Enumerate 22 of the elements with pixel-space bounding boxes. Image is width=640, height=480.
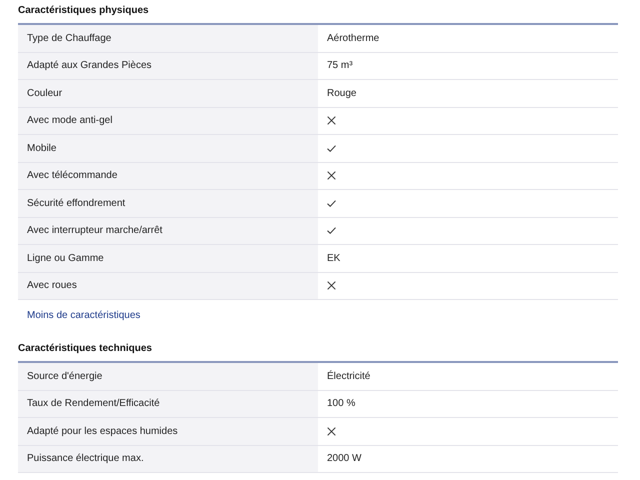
spec-label: Adapté aux Grandes Pièces (18, 52, 318, 79)
spec-label: Puissance électrique max. (18, 446, 318, 472)
spec-label: Ligne ou Gamme (18, 245, 318, 272)
spec-label: Mobile (18, 135, 318, 162)
spec-value: 75 m³ (327, 59, 353, 74)
spec-value: 2000 W (327, 452, 362, 466)
spec-label: Source d'énergie (18, 363, 318, 390)
spec-value: Électricité (327, 369, 370, 384)
spec-label: Taux de Rendement/Efficacité (18, 390, 318, 417)
spec-label: Avec interrupteur marche/arrêt (18, 218, 318, 244)
spec-label: Sécurité effondrement (18, 190, 318, 216)
spec-label: Avec roues (18, 272, 318, 299)
less-specs-link[interactable]: Moins de caractéristiques (27, 308, 140, 323)
spec-label: Type de Chauffage (18, 25, 318, 52)
spec-label: Adapté pour les espaces humides (18, 418, 318, 444)
spec-value: EK (327, 252, 340, 266)
spec-value: 100 % (327, 397, 356, 412)
spec-value: Aérotherme (327, 32, 380, 46)
spec-value: Rouge (327, 86, 356, 101)
spec-label: Couleur (18, 80, 318, 106)
spec-label: Avec mode anti-gel (18, 108, 318, 134)
spec-label: Avec télécommande (18, 162, 318, 189)
